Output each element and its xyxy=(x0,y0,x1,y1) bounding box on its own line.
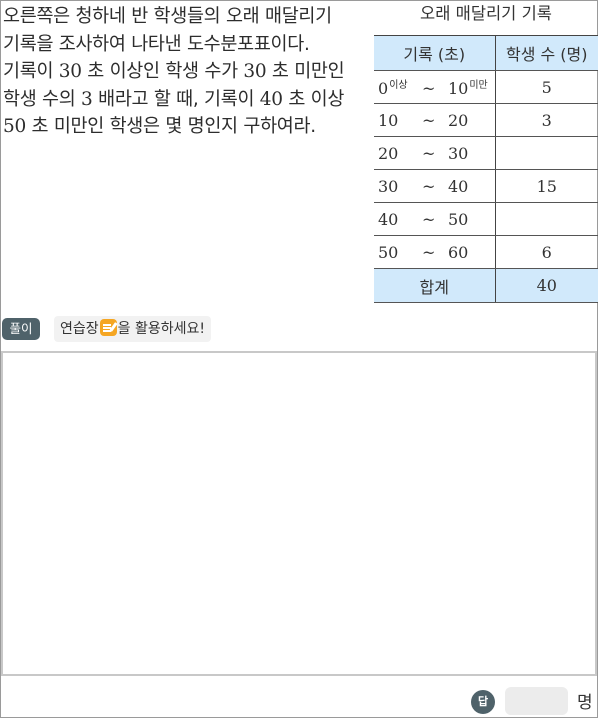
total-value: 40 xyxy=(495,268,598,303)
solution-badge: 풀이 xyxy=(2,318,40,340)
student-count-cell: 5 xyxy=(495,70,598,104)
class-upper: 10미만 xyxy=(448,79,488,98)
table-header-row: 기록 (초) 학생 수 (명) xyxy=(374,35,598,71)
class-upper: 60 xyxy=(448,242,469,262)
total-label: 합계 xyxy=(374,268,496,303)
problem-text-segment: 배라고 할 때, 기록이 xyxy=(92,88,260,110)
student-count-cell xyxy=(495,202,598,236)
class-upper: 50 xyxy=(448,209,469,229)
tilde: ~ xyxy=(422,143,436,163)
table-row: 10 ~20 3 xyxy=(374,103,598,137)
problem-number: 30 xyxy=(58,61,82,82)
class-upper: 40 xyxy=(448,176,469,196)
class-lower: 40 xyxy=(378,209,399,229)
class-upper: 30 xyxy=(448,143,469,163)
solution-workspace[interactable] xyxy=(1,351,597,676)
record-class-cell: 50 ~60 xyxy=(374,235,496,269)
table-row: 30 ~40 15 xyxy=(374,169,598,203)
class-lower: 30 xyxy=(378,176,399,196)
header-count: 학생 수 (명) xyxy=(495,35,598,71)
table-title: 오래 매달리기 기록 xyxy=(420,4,552,23)
record-class-cell: 30 ~40 xyxy=(374,169,496,203)
student-count-cell xyxy=(495,136,598,170)
class-lower: 0이상 xyxy=(378,79,408,98)
answer-badge: 답 xyxy=(471,690,495,714)
table-row: 40 ~50 xyxy=(374,202,598,236)
problem-text-segment: 초 이상 xyxy=(282,88,345,110)
header-record: 기록 (초) xyxy=(374,35,496,71)
tilde: ~ xyxy=(422,209,436,229)
tilde: ~ xyxy=(422,242,436,262)
problem-number: 3 xyxy=(81,88,93,110)
hint-text-after: 을 활용하세요! xyxy=(117,321,205,337)
frequency-table: 기록 (초) 학생 수 (명) 0이상 ~10미만 5 10 ~20 3 20 ~30 30 ~4… xyxy=(374,35,598,303)
tilde: ~ xyxy=(422,79,436,98)
table-row: 20 ~30 xyxy=(374,136,598,170)
student-count-cell: 15 xyxy=(495,169,598,203)
problem-text: 오른쪽은 청하네 반 학생들의 오래 매달리기 기록을 조사하여 나타낸 도수분… xyxy=(3,3,365,141)
problem-number: 50 xyxy=(3,116,26,137)
class-upper: 20 xyxy=(448,110,469,130)
problem-text-segment: 초 미만인 학생은 몇 명인지 구하여라. xyxy=(25,116,317,137)
tilde: ~ xyxy=(422,176,436,196)
problem-number: 30 xyxy=(243,61,267,82)
frequency-table-block: 오래 매달리기 기록 기록 (초) 학생 수 (명) 0이상 ~10미만 5 10 ~2… xyxy=(374,2,598,303)
tilde: ~ xyxy=(422,110,436,130)
record-class-cell: 0이상 ~10미만 xyxy=(374,70,496,104)
record-class-cell: 40 ~50 xyxy=(374,202,496,236)
record-class-cell: 20 ~30 xyxy=(374,136,496,170)
class-lower: 50 xyxy=(378,242,399,262)
class-lower: 20 xyxy=(378,143,399,163)
problem-number: 40 xyxy=(259,88,283,110)
hint-text-before: 연습장 xyxy=(60,321,99,337)
table-total-row: 합계 40 xyxy=(374,268,598,303)
answer-unit: 명 xyxy=(577,693,593,713)
table-row: 50 ~60 6 xyxy=(374,235,598,269)
problem-text-segment: 초 이상인 학생 수가 xyxy=(81,61,244,82)
memo-pencil-icon[interactable] xyxy=(99,319,117,336)
record-class-cell: 10 ~20 xyxy=(374,103,496,137)
class-lower: 10 xyxy=(378,110,399,130)
answer-input[interactable] xyxy=(505,687,568,715)
practice-pad-hint[interactable]: 연습장 을 활용하세요! xyxy=(54,316,211,342)
below-tag: 미만 xyxy=(469,80,488,91)
table-body: 0이상 ~10미만 5 10 ~20 3 20 ~30 30 ~40 15 40 ~50 50 ~60 6 합계… xyxy=(374,70,598,303)
student-count-cell: 6 xyxy=(495,235,598,269)
student-count-cell: 3 xyxy=(495,103,598,137)
table-row: 0이상 ~10미만 5 xyxy=(374,70,598,104)
above-tag: 이상 xyxy=(389,80,408,91)
